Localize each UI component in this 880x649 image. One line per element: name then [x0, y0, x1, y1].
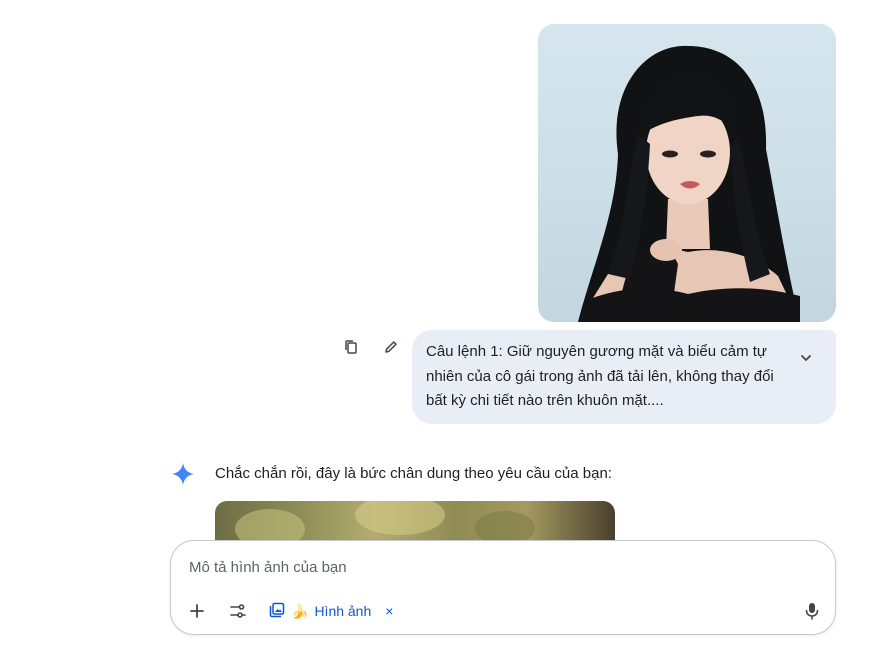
chip-label: Hình ảnh	[314, 603, 372, 619]
tools-icon[interactable]	[226, 599, 250, 623]
prompt-input[interactable]	[187, 555, 791, 579]
portrait-illustration	[578, 45, 800, 322]
user-message-text: Câu lệnh 1: Giữ nguyên gương mặt và biểu…	[426, 343, 774, 409]
generated-image[interactable]	[215, 501, 615, 541]
image-gallery-icon	[269, 602, 285, 621]
copy-icon[interactable]	[340, 336, 362, 358]
prompt-composer: 🍌 Hình ảnh ×	[170, 540, 836, 635]
chevron-down-icon[interactable]	[796, 348, 816, 368]
add-icon[interactable]	[185, 599, 209, 623]
gemini-sparkle-icon	[171, 462, 195, 486]
user-message-bubble: Câu lệnh 1: Giữ nguyên gương mặt và biểu…	[412, 330, 836, 424]
edit-icon[interactable]	[380, 336, 402, 358]
chip-close-icon[interactable]: ×	[385, 603, 393, 619]
mic-icon[interactable]	[800, 599, 824, 623]
message-actions	[340, 336, 402, 358]
image-mode-chip[interactable]: 🍌 Hình ảnh ×	[269, 599, 393, 623]
assistant-reply-text: Chắc chắn rồi, đây là bức chân dung theo…	[215, 465, 612, 482]
banana-emoji: 🍌	[291, 602, 309, 619]
uploaded-image[interactable]	[538, 24, 836, 322]
